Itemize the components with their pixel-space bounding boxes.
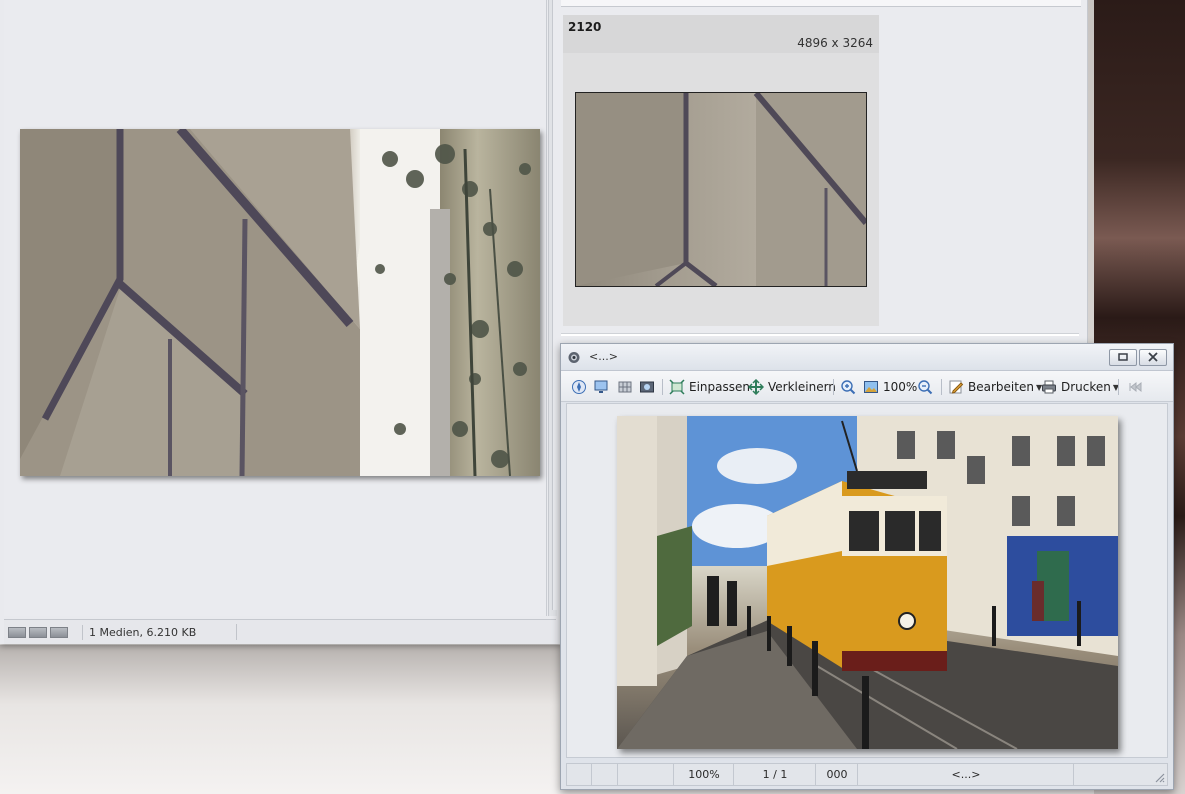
status-bar: 1 Medien, 6.210 KB (4, 619, 556, 644)
zoom-value: 100% (883, 380, 918, 394)
page-status: 1 / 1 (733, 764, 816, 785)
thumbnail-image[interactable] (575, 92, 867, 287)
thumbnail-header: 2120 4896 x 3264 (563, 15, 879, 53)
file-name-status: <...> (857, 764, 1074, 785)
maximize-button[interactable] (1109, 349, 1137, 366)
thumbnail-panel-divider (561, 333, 1079, 336)
media-count-status: 1 Medien, 6.210 KB (82, 625, 196, 640)
thumbnail-panel-header (561, 0, 1081, 7)
tram-photo-graphic (617, 416, 1118, 749)
preview-image-graphic (20, 129, 531, 476)
view-mode-icon[interactable] (50, 627, 68, 638)
first-image-button[interactable] (1127, 378, 1147, 396)
code-status: 000 (815, 764, 858, 785)
grid-view-button[interactable] (617, 378, 637, 396)
main-viewer-window: 1 Medien, 6.210 KB (0, 0, 561, 644)
view-mode-icon[interactable] (8, 627, 26, 638)
navigator-button[interactable] (571, 378, 591, 396)
shrink-label: Verkleinern (768, 380, 836, 394)
close-icon (1148, 352, 1158, 362)
edit-label: Bearbeiten (968, 380, 1034, 394)
slideshow-button[interactable] (593, 378, 613, 396)
thumbnail-card[interactable]: 2120 4896 x 3264 (563, 15, 879, 326)
toolbar-separator (662, 379, 663, 395)
zoom-out-button[interactable] (917, 378, 937, 396)
toolbar-separator (941, 379, 942, 395)
thumbnail-name: 2120 (568, 20, 602, 34)
print-menu-button[interactable]: Drucken ▼ (1041, 378, 1119, 396)
thumbnail-dimensions: 4896 x 3264 (797, 36, 873, 50)
edit-menu-button[interactable]: Bearbeiten ▼ (948, 378, 1042, 396)
toolbar-separator (1118, 379, 1119, 395)
skip-first-icon (1129, 381, 1142, 393)
viewer-status-bar: 100% 1 / 1 000 <...> (566, 763, 1168, 786)
preview-image[interactable] (20, 129, 540, 476)
viewer-canvas[interactable] (566, 403, 1168, 758)
status-divider (236, 624, 237, 640)
printer-icon (1042, 380, 1056, 394)
preview-pane (4, 0, 547, 616)
zoom-in-icon (841, 380, 856, 395)
view-mode-icon[interactable] (29, 627, 47, 638)
viewer-title-bar[interactable]: <...> (561, 344, 1173, 371)
monitor-icon (594, 380, 608, 393)
image-icon (864, 381, 878, 393)
actual-size-button[interactable]: 100% (863, 378, 917, 396)
fit-icon (669, 379, 685, 395)
tram-photo[interactable] (617, 416, 1118, 749)
shrink-icon (748, 379, 764, 395)
zoom-status: 100% (673, 764, 734, 785)
print-label: Drucken (1061, 380, 1111, 394)
image-viewer-window: <...> Einpassen Verkleinern 100% Bearbei… (560, 343, 1174, 790)
maximize-icon (1118, 353, 1128, 361)
fit-button[interactable]: Einpassen (669, 378, 750, 396)
resize-grip-icon[interactable] (1153, 771, 1165, 783)
zoom-out-icon (918, 380, 933, 395)
viewer-toolbar: Einpassen Verkleinern 100% Bearbeiten ▼ … (561, 371, 1173, 402)
camera-icon (568, 352, 580, 363)
fullscreen-button[interactable] (639, 378, 659, 396)
compass-icon (572, 380, 586, 394)
status-cell (617, 764, 674, 785)
fullscreen-icon (640, 381, 654, 393)
shrink-button[interactable]: Verkleinern (748, 378, 836, 396)
grid-icon (618, 381, 632, 393)
thumbnail-image-graphic (576, 93, 866, 286)
toolbar-separator (833, 379, 834, 395)
pencil-icon (949, 380, 964, 394)
close-button[interactable] (1139, 349, 1167, 366)
zoom-in-button[interactable] (840, 378, 860, 396)
viewer-title: <...> (589, 350, 618, 363)
desktop-reflection (0, 645, 570, 794)
status-cell (1073, 764, 1146, 785)
status-cell (591, 764, 618, 785)
fit-label: Einpassen (689, 380, 750, 394)
